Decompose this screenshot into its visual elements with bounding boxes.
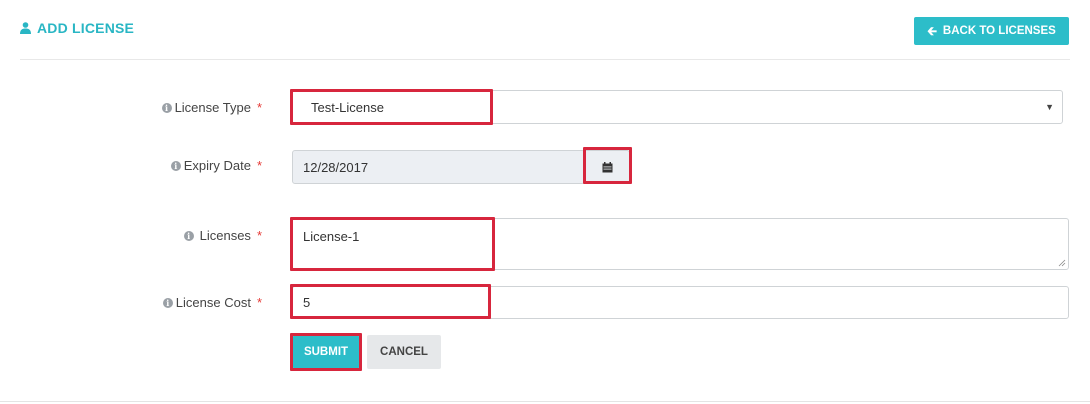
license-type-label: i License Type *	[161, 100, 262, 115]
expiry-date-label: i Expiry Date *	[170, 158, 262, 173]
page-title-text: ADD LICENSE	[37, 20, 135, 36]
cancel-button[interactable]: CANCEL	[367, 335, 441, 369]
licenses-label: i Licenses *	[183, 228, 262, 243]
header-divider	[20, 59, 1070, 60]
licenses-value: License-1	[303, 229, 360, 244]
license-type-selected-value: Test-License	[311, 99, 384, 115]
calendar-button[interactable]	[585, 150, 630, 184]
license-type-select[interactable]: Test-License ▼	[292, 90, 1063, 124]
license-cost-input[interactable]: 5	[292, 286, 1069, 319]
license-cost-label: i License Cost *	[162, 295, 262, 310]
required-marker: *	[256, 295, 262, 310]
required-marker: *	[256, 228, 262, 243]
back-button-label: BACK TO LICENSES	[942, 25, 1056, 37]
info-icon: i	[162, 297, 173, 308]
license-cost-value: 5	[303, 295, 311, 310]
info-icon: i	[183, 230, 194, 241]
required-marker: *	[256, 100, 262, 115]
arrow-left-icon: 🡰	[927, 24, 937, 38]
expiry-date-value: 12/28/2017	[303, 159, 369, 175]
page-title: ADD LICENSE	[20, 20, 134, 36]
caret-down-icon: ▼	[1045, 102, 1054, 112]
info-icon: i	[161, 102, 172, 113]
expiry-date-input[interactable]: 12/28/2017	[292, 150, 585, 184]
user-icon	[20, 22, 31, 34]
resize-handle-icon[interactable]	[1058, 259, 1066, 267]
required-marker: *	[256, 158, 262, 173]
calendar-icon	[602, 161, 612, 172]
submit-button[interactable]: SUBMIT	[293, 335, 359, 369]
back-to-licenses-button[interactable]: 🡰 BACK TO LICENSES	[914, 17, 1069, 45]
licenses-textarea[interactable]: License-1	[292, 218, 1069, 270]
bottom-divider	[0, 401, 1090, 402]
info-icon: i	[170, 160, 181, 171]
